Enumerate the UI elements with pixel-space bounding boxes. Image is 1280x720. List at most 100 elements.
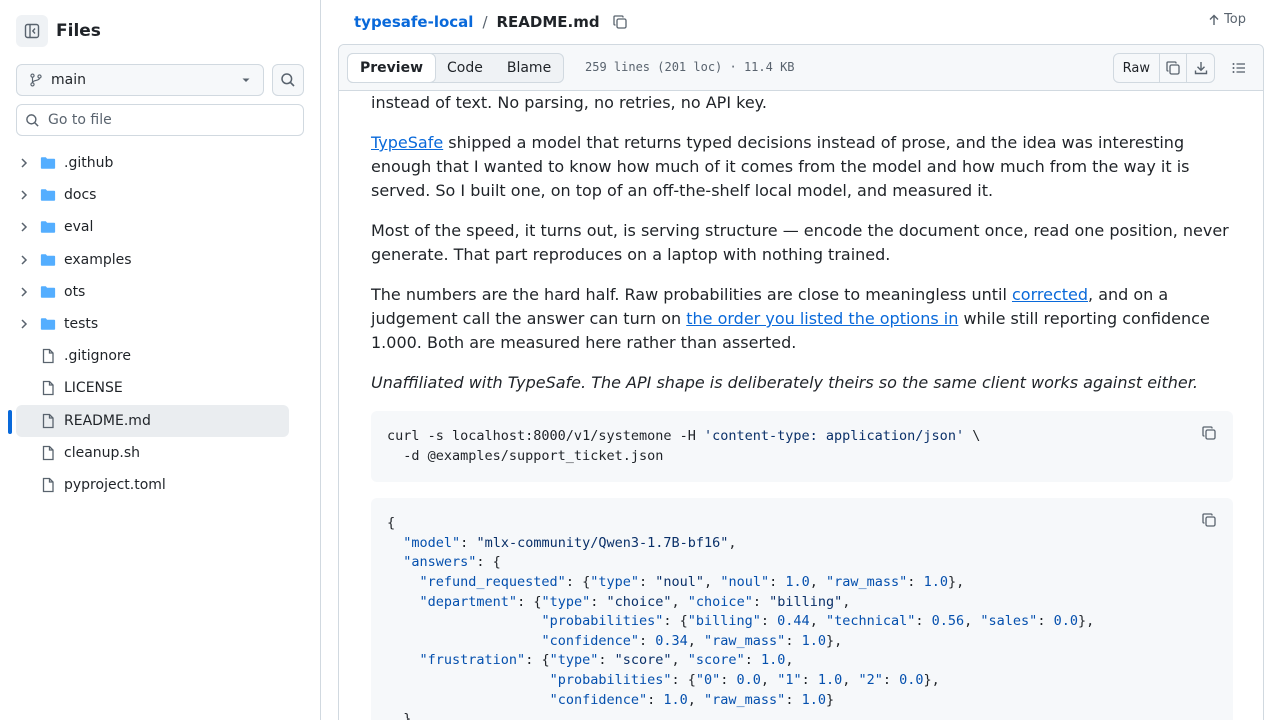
folder-icon bbox=[40, 189, 56, 202]
typesafe-link[interactable]: TypeSafe bbox=[371, 133, 443, 152]
branch-name: main bbox=[51, 72, 86, 88]
copy-icon bbox=[1202, 426, 1216, 440]
code-line: "confidence": 1.0, "raw_mass": 1.0} bbox=[549, 691, 835, 708]
folder-icon bbox=[40, 221, 56, 234]
tree-folder-item[interactable]: eval bbox=[16, 211, 289, 243]
breadcrumb: typesafe-local / README.md bbox=[354, 11, 628, 33]
readme-disclaimer: Unaffiliated with TypeSafe. The API shap… bbox=[371, 373, 1198, 392]
chevron-right-icon bbox=[21, 222, 28, 232]
code-block-json: { "model": "mlx-community/Qwen3-1.7B-bf1… bbox=[371, 498, 1233, 720]
tree-folder-item[interactable]: ots bbox=[16, 276, 289, 308]
file-icon bbox=[42, 413, 54, 428]
tree-item-label: .github bbox=[64, 155, 114, 172]
search-files-button[interactable] bbox=[272, 64, 304, 96]
tree-item-label: examples bbox=[64, 251, 132, 268]
readme-paragraph: TypeSafe shipped a model that returns ty… bbox=[371, 133, 1190, 200]
code-line: "confidence": 0.34, "raw_mass": 1.0}, bbox=[541, 632, 843, 649]
sidebar-title: Files bbox=[56, 21, 101, 41]
chevron-right-icon bbox=[21, 319, 28, 329]
folder-icon bbox=[40, 318, 56, 330]
tree-folder-item[interactable]: .github bbox=[16, 147, 289, 179]
tab-preview[interactable]: Preview bbox=[347, 53, 437, 83]
tree-folder-item[interactable]: docs bbox=[16, 179, 289, 211]
code-block-curl: curl -s localhost:8000/v1/systemone -H '… bbox=[371, 411, 1233, 483]
tree-item-label: ots bbox=[64, 283, 86, 300]
file-action-group: Raw bbox=[1112, 53, 1215, 83]
tree-item-label: LICENSE bbox=[64, 380, 123, 397]
tree-file-item[interactable]: pyproject.toml bbox=[16, 469, 289, 501]
file-icon bbox=[42, 349, 54, 364]
code-line: "probabilities": {"0": 0.0, "1": 1.0, "2… bbox=[549, 671, 940, 688]
tree-folder-item[interactable]: examples bbox=[16, 244, 289, 276]
chevron-right-icon bbox=[21, 287, 28, 297]
git-branch-icon bbox=[30, 73, 42, 87]
breadcrumb-repo-link[interactable]: typesafe-local bbox=[354, 13, 473, 31]
corrected-link[interactable]: corrected bbox=[1012, 285, 1088, 304]
sidebar-header: Files bbox=[16, 15, 101, 47]
code-line: "department": {"type": "choice", "choice… bbox=[419, 593, 851, 610]
code-line: "answers": { bbox=[403, 554, 501, 571]
go-to-file-input[interactable] bbox=[48, 112, 288, 128]
folder-icon bbox=[40, 286, 56, 298]
chevron-right-icon bbox=[21, 255, 28, 265]
tree-item-label: docs bbox=[64, 187, 97, 204]
readme-body: instead of text. No parsing, no retries,… bbox=[371, 91, 1233, 720]
file-viewer: Preview Code Blame 259 lines (201 loc) · 1… bbox=[338, 44, 1264, 720]
tab-code[interactable]: Code bbox=[435, 54, 495, 82]
code-line: "refund_requested": {"type": "noul", "no… bbox=[419, 573, 965, 590]
download-icon bbox=[1194, 62, 1207, 75]
chevron-right-icon bbox=[21, 190, 28, 200]
code-line: curl -s localhost:8000/v1/systemone -H '… bbox=[387, 428, 981, 444]
code-line: { bbox=[387, 515, 396, 532]
readme-paragraph: The numbers are the hard half. Raw proba… bbox=[371, 285, 1210, 352]
raw-button[interactable]: Raw bbox=[1114, 54, 1160, 82]
back-to-top-link[interactable]: Top bbox=[1208, 12, 1246, 27]
active-file-indicator bbox=[8, 410, 12, 434]
file-tree: .github docs eval examples ots tests .gitignor… bbox=[16, 147, 289, 501]
code-line: -d @examples/support_ticket.json bbox=[387, 447, 664, 464]
breadcrumb-file: README.md bbox=[496, 13, 600, 31]
tree-file-item[interactable]: .gitignore bbox=[16, 340, 289, 372]
folder-icon bbox=[40, 253, 56, 266]
copy-icon bbox=[1202, 513, 1216, 527]
chevron-right-icon bbox=[21, 158, 28, 168]
download-button[interactable] bbox=[1187, 54, 1214, 82]
list-unordered-icon bbox=[1232, 63, 1245, 73]
file-icon bbox=[42, 477, 54, 493]
copy-icon bbox=[1166, 61, 1180, 75]
file-toolbar: Preview Code Blame 259 lines (201 loc) · 1… bbox=[339, 45, 1263, 91]
outline-button[interactable] bbox=[1223, 53, 1255, 83]
main-content: typesafe-local / README.md Top Preview Co… bbox=[321, 0, 1280, 720]
tree-folder-item[interactable]: tests bbox=[16, 308, 289, 340]
folder-icon bbox=[40, 157, 56, 169]
go-to-file-box bbox=[16, 104, 304, 136]
file-meta: 259 lines (201 loc) · 11.4 KB bbox=[585, 60, 795, 74]
copy-icon bbox=[612, 15, 627, 29]
file-tree-sidebar: Files main .github docs eval examples ots tes… bbox=[0, 0, 321, 720]
tree-item-label: cleanup.sh bbox=[64, 444, 141, 461]
search-icon bbox=[281, 73, 295, 87]
top-label: Top bbox=[1224, 12, 1246, 27]
branch-selector[interactable]: main bbox=[16, 64, 264, 96]
tab-blame[interactable]: Blame bbox=[495, 54, 563, 82]
arrow-up-icon bbox=[1209, 14, 1219, 25]
collapse-sidebar-button[interactable] bbox=[16, 15, 48, 47]
file-icon bbox=[42, 445, 54, 460]
copy-path-button[interactable] bbox=[612, 14, 628, 30]
copy-raw-button[interactable] bbox=[1160, 54, 1187, 82]
tree-item-label: eval bbox=[64, 219, 94, 236]
file-icon bbox=[42, 381, 54, 396]
caret-down-icon bbox=[242, 78, 250, 82]
option-order-link[interactable]: the order you listed the options in bbox=[686, 309, 958, 328]
tree-item-label: .gitignore bbox=[64, 348, 131, 365]
tree-file-item[interactable]: LICENSE bbox=[16, 372, 289, 404]
code-line: "frustration": {"type": "score", "score"… bbox=[419, 652, 794, 669]
copy-code-button[interactable] bbox=[1201, 512, 1217, 535]
view-mode-tabs: Preview Code Blame bbox=[347, 53, 565, 83]
copy-code-button[interactable] bbox=[1201, 425, 1217, 448]
sidebar-collapse-icon bbox=[24, 23, 40, 39]
tree-file-item[interactable]: cleanup.sh bbox=[16, 437, 289, 469]
readme-paragraph: Most of the speed, it turns out, is serv… bbox=[371, 221, 1229, 264]
tree-file-item[interactable]: README.md bbox=[16, 404, 289, 437]
file-actions: Raw bbox=[1112, 53, 1255, 83]
